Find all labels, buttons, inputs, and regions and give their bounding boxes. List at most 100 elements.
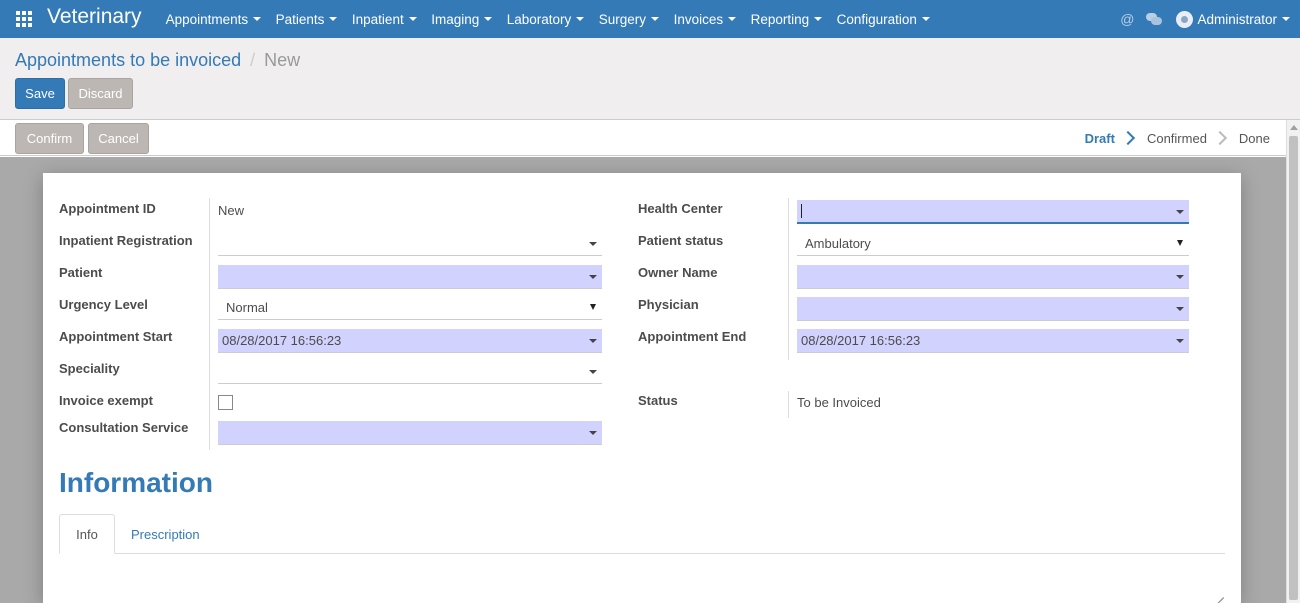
discard-button[interactable]: Discard <box>68 78 133 109</box>
chat-icon[interactable] <box>1146 13 1163 25</box>
statusbar: Confirm Cancel Draft Confirmed Done <box>0 120 1300 156</box>
tab-info[interactable]: Info <box>59 514 115 554</box>
select-arrow-icon[interactable] <box>590 304 596 310</box>
dropdown-arrow-icon[interactable] <box>1176 275 1184 279</box>
menu-label: Appointments <box>165 11 249 27</box>
appointment-start-label: Appointment Start <box>59 329 173 344</box>
urgency-level-label: Urgency Level <box>59 297 148 312</box>
dropdown-arrow-icon[interactable] <box>589 339 597 343</box>
field-value: Normal <box>226 300 268 315</box>
user-menu[interactable]: Administrator <box>1197 12 1290 27</box>
confirm-button[interactable]: Confirm <box>15 123 84 154</box>
appointment-id-value: New <box>218 203 245 218</box>
patient-status-select[interactable]: Ambulatory <box>797 232 1189 256</box>
tab-prescription[interactable]: Prescription <box>131 514 200 554</box>
column-divider <box>209 198 210 450</box>
invoice-exempt-checkbox[interactable] <box>218 395 233 410</box>
dropdown-arrow-icon[interactable] <box>589 431 597 435</box>
text-cursor <box>801 204 802 218</box>
invoice-exempt-label: Invoice exempt <box>59 393 153 408</box>
apps-grid-icon[interactable] <box>15 10 33 28</box>
menu-imaging[interactable]: Imaging <box>431 11 493 27</box>
menu-label: Configuration <box>836 11 917 27</box>
top-navbar: Veterinary Appointments Patients Inpatie… <box>0 0 1300 38</box>
patient-status-label: Patient status <box>638 233 724 248</box>
status-steps: Draft Confirmed Done <box>1085 120 1270 156</box>
appointment-start-field[interactable]: 08/28/2017 16:56:23 <box>218 329 602 353</box>
inpatient-registration-field[interactable] <box>218 232 602 256</box>
menu-patients[interactable]: Patients <box>276 12 338 27</box>
caret-down-icon <box>728 17 737 21</box>
caret-down-icon <box>651 17 660 21</box>
form-sheet: Appointment ID New Inpatient Registratio… <box>43 173 1241 603</box>
patient-field[interactable] <box>218 265 602 289</box>
app-brand: Veterinary <box>47 5 142 28</box>
dropdown-arrow-icon[interactable] <box>589 370 597 374</box>
dropdown-arrow-icon[interactable] <box>589 242 597 246</box>
field-value: 08/28/2017 16:56:23 <box>801 333 921 348</box>
physician-field[interactable] <box>797 297 1189 321</box>
menu-invoices[interactable]: Invoices <box>674 12 737 27</box>
column-divider <box>788 198 789 360</box>
caret-down-icon <box>408 17 417 21</box>
caret-down-icon <box>1282 17 1290 21</box>
chevron-right-icon <box>1120 130 1136 146</box>
consultation-service-field[interactable] <box>218 421 602 445</box>
dropdown-arrow-icon[interactable] <box>1176 210 1184 214</box>
menu-label: Laboratory <box>506 11 572 27</box>
status-value: To be Invoiced <box>797 395 881 410</box>
caret-down-icon <box>576 17 585 21</box>
menu-label: Patients <box>275 11 325 27</box>
dropdown-arrow-icon[interactable] <box>1176 339 1184 343</box>
status-step-done[interactable]: Done <box>1239 131 1270 146</box>
physician-label: Physician <box>638 297 699 312</box>
status-label: Status <box>638 393 678 408</box>
navbar-right: @ Administrator <box>1120 0 1300 38</box>
breadcrumb-current: New <box>264 50 301 70</box>
caret-down-icon <box>814 17 823 21</box>
caret-down-icon <box>253 17 262 21</box>
textarea-resize-handle-icon[interactable] <box>1215 589 1225 599</box>
speciality-label: Speciality <box>59 361 120 376</box>
health-center-label: Health Center <box>638 201 723 216</box>
menu-label: Imaging <box>431 11 480 27</box>
menu-inpatient[interactable]: Inpatient <box>352 12 417 27</box>
caret-down-icon <box>921 17 930 21</box>
owner-name-label: Owner Name <box>638 265 718 280</box>
column-divider <box>788 391 789 418</box>
menu-reporting[interactable]: Reporting <box>751 12 823 27</box>
save-button[interactable]: Save <box>15 78 65 109</box>
owner-name-field[interactable] <box>797 265 1189 289</box>
appointment-id-label: Appointment ID <box>59 201 156 216</box>
vertical-scrollbar[interactable] <box>1286 120 1300 603</box>
patient-label: Patient <box>59 265 103 280</box>
status-step-draft[interactable]: Draft <box>1085 131 1115 146</box>
scroll-up-icon[interactable] <box>1290 125 1298 130</box>
dropdown-arrow-icon[interactable] <box>589 275 597 279</box>
status-step-confirmed[interactable]: Confirmed <box>1147 131 1207 146</box>
menu-appointments[interactable]: Appointments <box>166 12 262 27</box>
urgency-level-select[interactable]: Normal <box>218 296 602 320</box>
health-center-field[interactable] <box>797 200 1189 224</box>
breadcrumb-separator: / <box>250 50 256 70</box>
menu-laboratory[interactable]: Laboratory <box>507 12 585 27</box>
breadcrumb-parent-link[interactable]: Appointments to be invoiced <box>15 50 241 71</box>
select-arrow-icon[interactable] <box>1177 240 1183 246</box>
avatar[interactable] <box>1176 10 1194 28</box>
main-menu: Appointments Patients Inpatient Imaging … <box>166 12 945 27</box>
consultation-service-label: Consultation Service <box>59 420 189 435</box>
scroll-thumb[interactable] <box>1289 136 1298 600</box>
menu-label: Invoices <box>673 11 724 27</box>
caret-down-icon <box>484 17 493 21</box>
appointment-end-field[interactable]: 08/28/2017 16:56:23 <box>797 329 1189 353</box>
dropdown-arrow-icon[interactable] <box>1176 307 1184 311</box>
cancel-button[interactable]: Cancel <box>88 123 149 154</box>
speciality-field[interactable] <box>218 360 602 384</box>
appointment-end-label: Appointment End <box>638 329 747 344</box>
menu-label: Surgery <box>598 11 647 27</box>
chevron-right-icon <box>1212 130 1227 146</box>
mention-icon[interactable]: @ <box>1120 11 1134 27</box>
field-value: 08/28/2017 16:56:23 <box>222 333 342 348</box>
menu-surgery[interactable]: Surgery <box>598 11 660 27</box>
menu-configuration[interactable]: Configuration <box>837 12 930 27</box>
